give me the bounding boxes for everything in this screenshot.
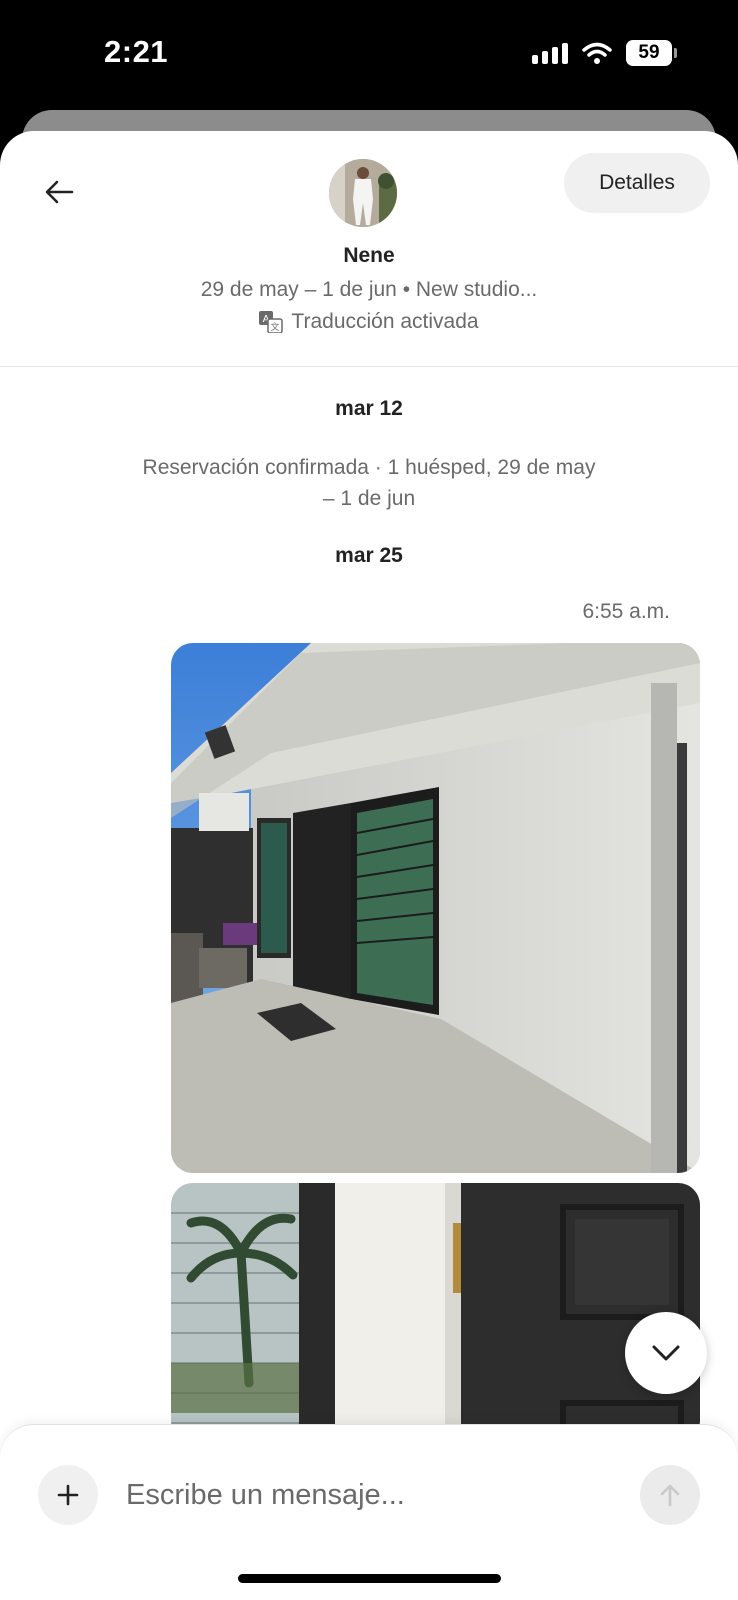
avatar[interactable] [329,159,397,227]
status-bar: 2:21 59 [0,0,738,110]
status-icons: 59 [532,40,677,66]
status-time: 2:21 [104,34,169,69]
house-exterior-photo [171,643,700,1173]
host-name: Nene [343,244,395,267]
add-attachment-button[interactable] [38,1465,98,1525]
message-thread[interactable]: mar 12 Reservación confirmada · 1 huéspe… [0,367,738,1443]
wifi-icon [582,42,612,64]
date-separator: mar 25 [335,544,403,567]
translate-icon: A 文 [259,311,284,333]
message-composer [0,1424,738,1600]
trip-info: 29 de may – 1 de jun • New studio... [200,278,538,301]
conversation-sheet: Detalles Nene 29 de may – 1 de jun • New… [0,131,738,1600]
cellular-signal-icon [532,42,568,64]
conversation-header: Detalles Nene 29 de may – 1 de jun • New… [0,131,738,367]
photo-message[interactable] [171,643,700,1173]
message-timestamp: 6:55 a.m. [582,600,670,623]
send-button[interactable] [640,1465,700,1525]
back-button[interactable] [36,169,82,215]
battery-icon: 59 [626,40,677,66]
arrow-up-icon [660,1484,680,1507]
translation-status[interactable]: A 文 Traducción activada [0,310,738,334]
arrow-left-icon [45,180,74,204]
plus-icon [57,1484,79,1506]
scroll-down-button[interactable] [625,1312,707,1394]
system-message: Reservación confirmada · 1 huésped, 29 d… [142,456,596,510]
chevron-down-icon [652,1345,680,1361]
svg-text:文: 文 [271,321,280,333]
host-photo [329,159,397,227]
battery-level: 59 [638,42,660,63]
door-closeup-photo [171,1183,700,1443]
date-separator: mar 12 [335,397,403,420]
translation-label: Traducción activada [291,310,479,333]
photo-message[interactable] [171,1183,700,1443]
message-input[interactable] [126,1469,606,1521]
home-indicator[interactable] [238,1574,501,1583]
details-button[interactable]: Detalles [564,153,710,213]
